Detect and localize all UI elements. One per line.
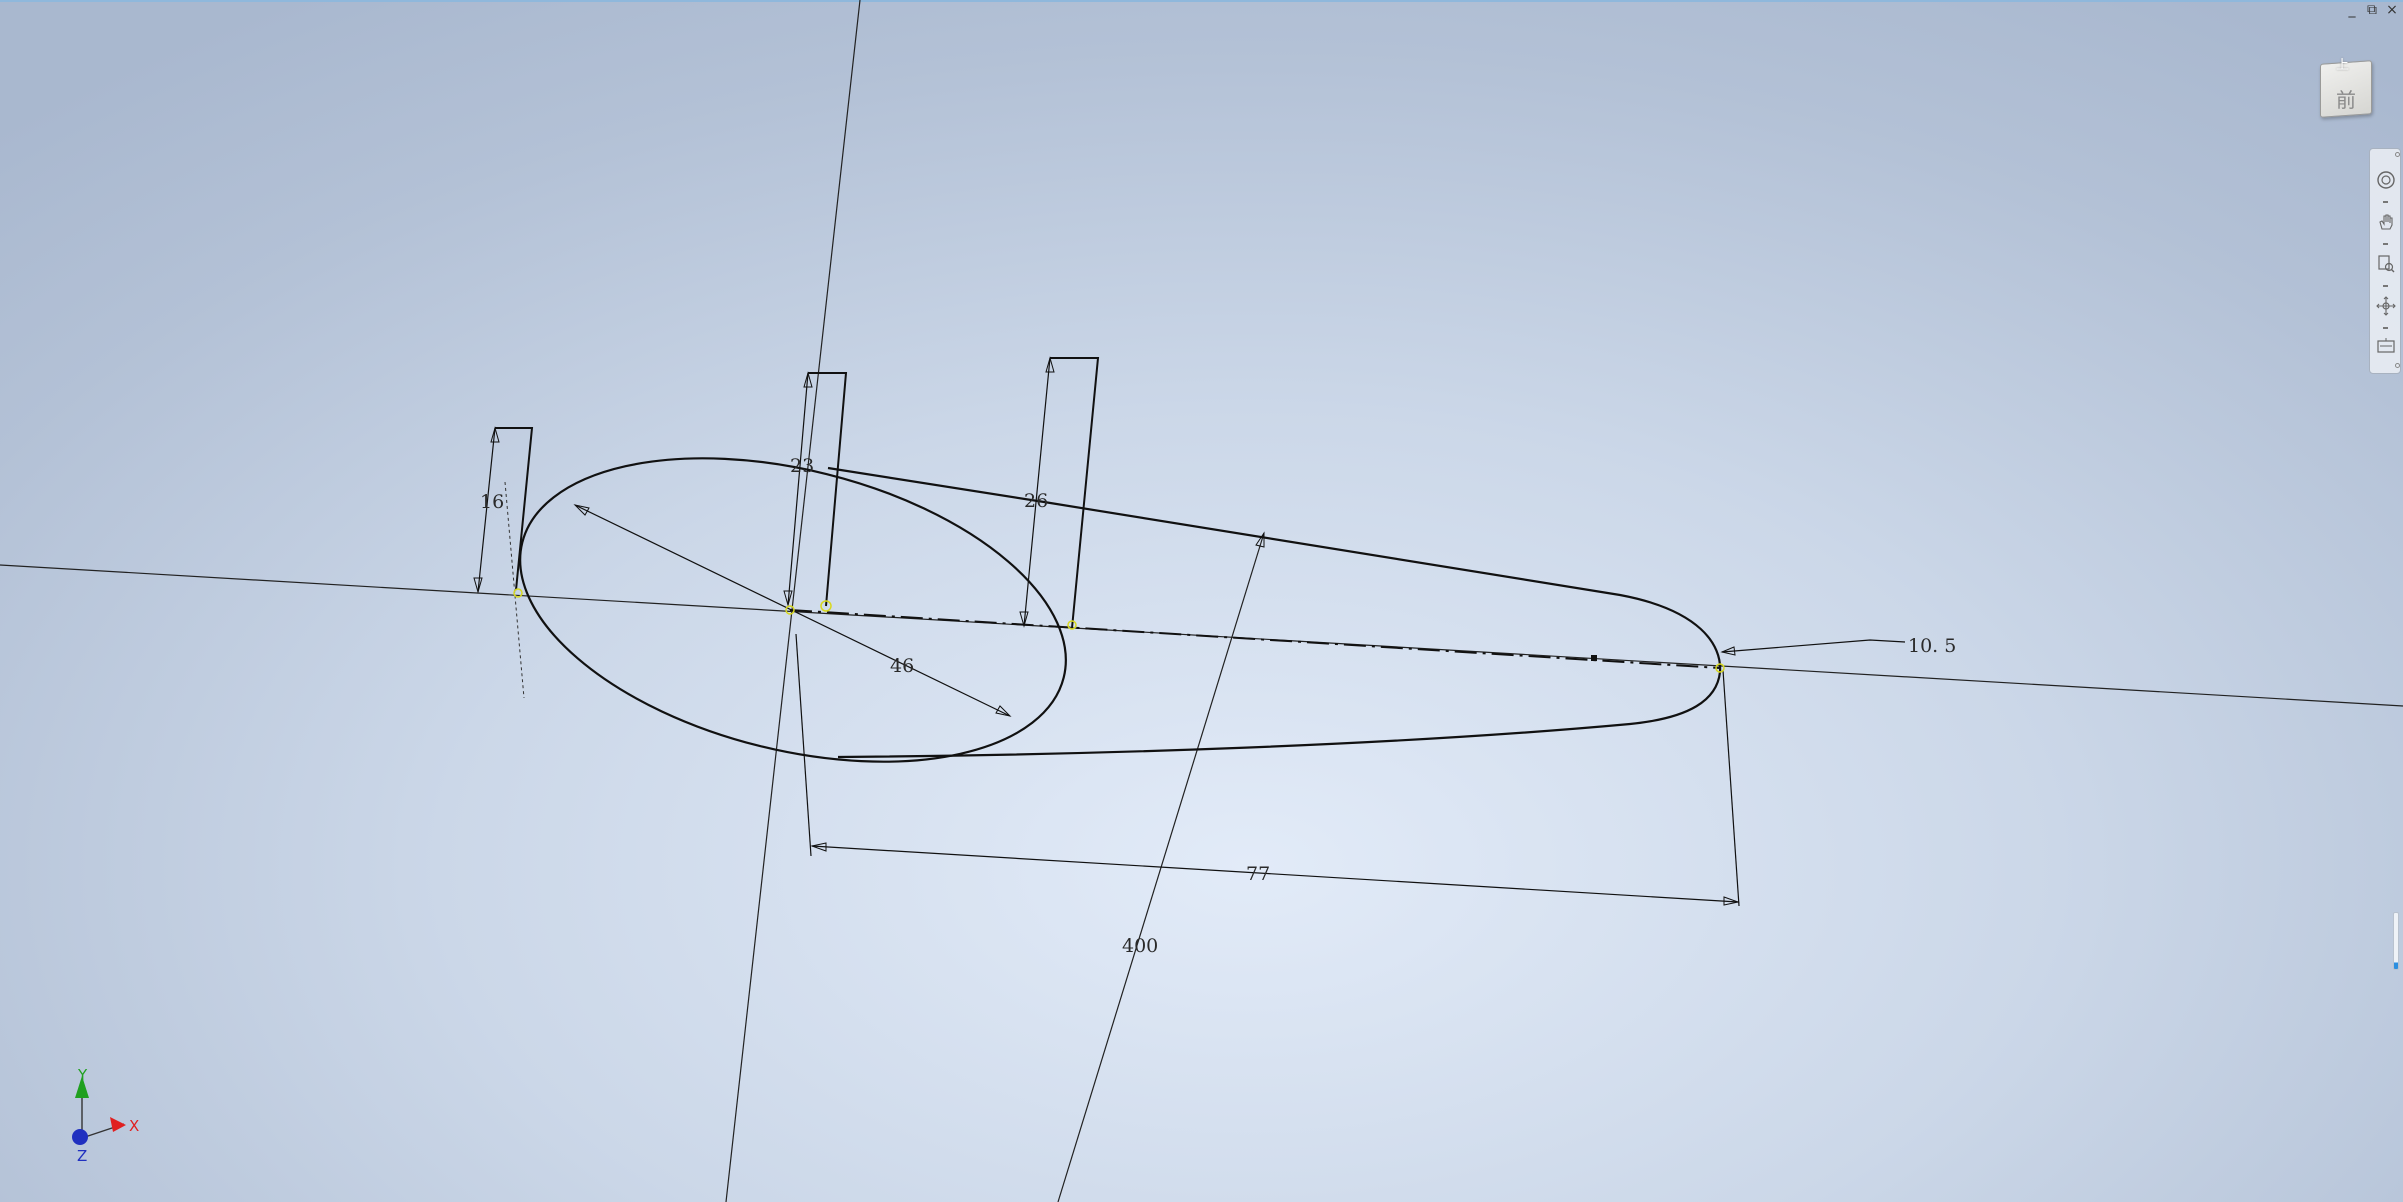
restore-button[interactable]: ⧉ <box>2365 3 2379 17</box>
full-navigation-wheel-icon[interactable] <box>2375 169 2397 191</box>
dimension-77[interactable]: 77 <box>795 633 1740 907</box>
dimension-46-text[interactable]: 46 <box>890 655 914 677</box>
close-button[interactable]: × <box>2385 3 2399 17</box>
window-controls: _ ⧉ × <box>2345 3 2399 17</box>
dimension-77-text[interactable]: 77 <box>1246 863 1270 885</box>
navigation-bar <box>2369 148 2401 374</box>
navbar-separator <box>2383 285 2388 287</box>
zoom-icon[interactable] <box>2375 253 2397 275</box>
centerline[interactable] <box>789 609 1721 669</box>
sketch-canvas[interactable]: 16 23 26 46 10. 5 77 400 <box>0 0 2403 1202</box>
navbar-options-icon[interactable] <box>2395 152 2400 157</box>
dimension-26-text[interactable]: 26 <box>1024 490 1048 512</box>
dimension-23-text[interactable]: 23 <box>790 455 814 477</box>
sketch-profile-outline[interactable] <box>827 466 1722 759</box>
orbit-icon[interactable] <box>2375 295 2397 317</box>
dimension-10-5-text[interactable]: 10. 5 <box>1908 635 1956 657</box>
coordinate-triad: Y X Z <box>72 1066 139 1165</box>
z-axis-dot <box>72 1129 88 1145</box>
graphics-viewport[interactable]: 16 23 26 46 10. 5 77 400 _ ⧉ × 上 前 Y X Z <box>0 0 2403 1202</box>
look-at-icon[interactable] <box>2375 335 2397 357</box>
scroll-indicator[interactable] <box>2393 912 2399 970</box>
dimension-46[interactable]: 46 <box>573 504 1012 717</box>
navbar-separator <box>2383 243 2388 245</box>
dimension-10-5[interactable]: 10. 5 <box>1720 635 1956 657</box>
vertical-axis-line[interactable] <box>725 0 861 1202</box>
y-axis-label: Y <box>77 1066 88 1084</box>
minimize-button[interactable]: _ <box>2345 3 2359 17</box>
navbar-separator <box>2383 327 2388 329</box>
dimension-16-text[interactable]: 16 <box>480 491 504 513</box>
midpoint-marker[interactable] <box>1591 655 1597 661</box>
viewcube[interactable]: 上 前 <box>2316 54 2374 120</box>
pan-icon[interactable] <box>2375 211 2397 233</box>
dimension-26[interactable]: 26 <box>1019 356 1100 629</box>
x-axis-arrow <box>110 1117 126 1132</box>
dimension-400-text[interactable]: 400 <box>1122 935 1158 957</box>
navbar-customize-icon[interactable] <box>2395 363 2400 368</box>
viewcube-top-label[interactable]: 上 <box>2336 54 2349 73</box>
viewcube-front-label[interactable]: 前 <box>2326 84 2366 113</box>
z-axis-label: Z <box>77 1147 87 1165</box>
dimension-16[interactable]: 16 <box>473 426 534 594</box>
x-axis-label: X <box>129 1117 139 1135</box>
dimension-400[interactable]: 400 <box>1122 531 1265 957</box>
navbar-separator <box>2383 201 2388 203</box>
